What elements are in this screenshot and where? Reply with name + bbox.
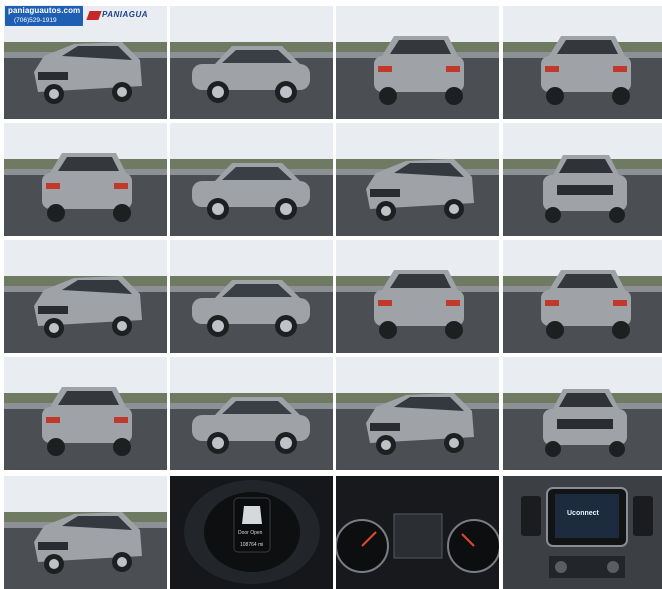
dealer-logo-mark (86, 11, 102, 20)
photo-tile[interactable] (336, 6, 499, 119)
photo-tile[interactable]: Uconnect (503, 476, 662, 589)
uconnect-label: Uconnect (567, 510, 599, 517)
photo-tile[interactable] (503, 240, 662, 353)
photo-tile[interactable] (4, 476, 167, 589)
photo-tile[interactable] (336, 240, 499, 353)
photo-tile[interactable] (503, 123, 662, 236)
photo-tile[interactable] (4, 357, 167, 470)
dealer-phone: (706)529-1919 (14, 17, 57, 24)
photo-tile[interactable] (170, 6, 333, 119)
photo-tile[interactable] (170, 240, 333, 353)
photo-tile[interactable] (170, 357, 333, 470)
photo-tile[interactable] (336, 357, 499, 470)
dealer-website: paniaguautos.com (8, 6, 81, 15)
photo-tile[interactable] (503, 6, 662, 119)
photo-tile[interactable] (170, 123, 333, 236)
photo-gallery: Door Open 108764 mi Uconnect (0, 0, 662, 589)
photo-tile[interactable] (4, 123, 167, 236)
dealer-badge: paniaguautos.com (706)529-1919 (4, 5, 84, 27)
door-open-text: Door Open (238, 530, 263, 536)
photo-tile[interactable] (336, 123, 499, 236)
dealer-logo: PANIAGUA (86, 10, 164, 20)
photo-tile[interactable]: Door Open 108764 mi (170, 476, 333, 589)
photo-tile[interactable] (4, 240, 167, 353)
odometer-text: 108764 mi (240, 542, 264, 548)
photo-tile[interactable] (503, 357, 662, 470)
dealer-logo-text: PANIAGUA (102, 10, 149, 19)
photo-tile[interactable] (336, 476, 499, 589)
